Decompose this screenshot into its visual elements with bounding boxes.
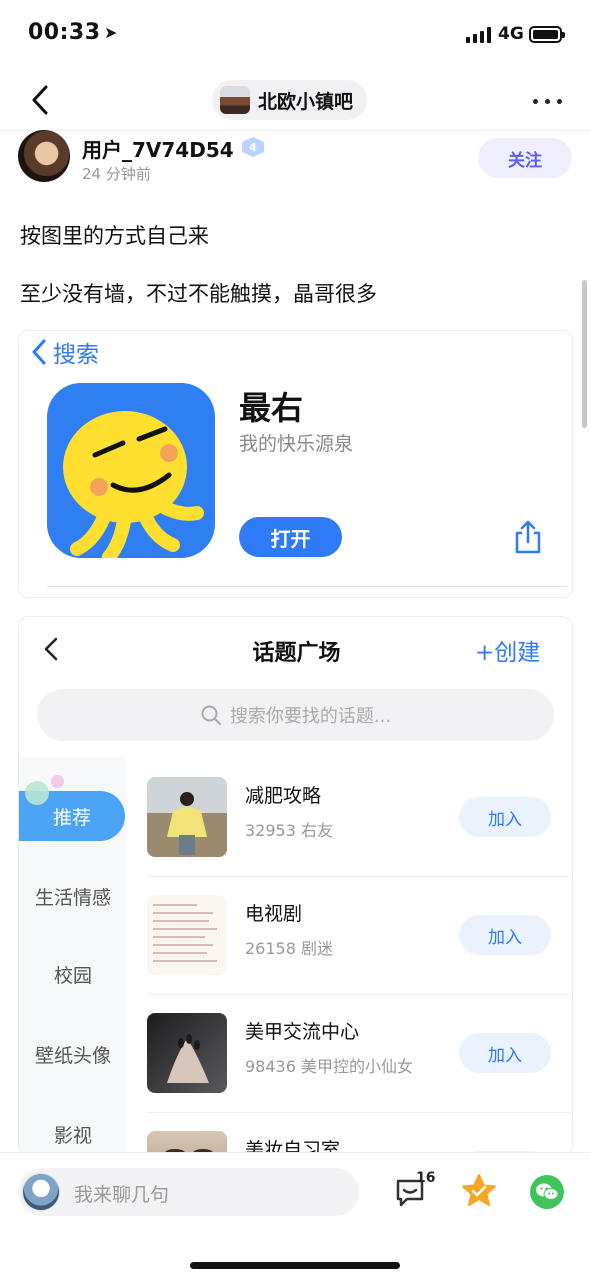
bottom-action-bar: 我来聊几句 16 xyxy=(0,1152,591,1280)
nav-divider xyxy=(0,130,591,131)
comment-placeholder: 我来聊几句 xyxy=(74,1184,170,1206)
app-subtitle: 我的快乐源泉 xyxy=(239,433,354,455)
status-bar: 00:33 ➤ 4G xyxy=(0,0,591,70)
app-store-divider xyxy=(47,586,567,587)
app-store-back-label: 搜索 xyxy=(53,342,99,368)
svg-text:4: 4 xyxy=(249,141,257,154)
topic-thumbnail xyxy=(147,1013,227,1093)
category-item: 校园 xyxy=(53,965,92,987)
network-type: 4G xyxy=(498,24,524,44)
my-avatar xyxy=(22,1173,60,1211)
topic-row: 美妆自习室 加入 xyxy=(147,1113,572,1155)
scroll-indicator[interactable] xyxy=(582,280,587,428)
topic-search-placeholder: 搜索你要找的话题... xyxy=(229,706,392,727)
comment-count: 16 xyxy=(416,1170,436,1186)
app-store-back: 搜索 xyxy=(31,335,99,369)
author-avatar[interactable] xyxy=(18,130,70,182)
join-topic-button: 加入 xyxy=(459,915,551,955)
topic-name: 减肥攻略 xyxy=(245,785,322,807)
decoration-dot xyxy=(51,775,64,788)
topic-members: 26158 剧迷 xyxy=(245,939,333,958)
home-indicator xyxy=(190,1262,400,1269)
app-icon xyxy=(47,383,215,558)
forum-thumbnail xyxy=(220,86,250,114)
location-arrow-icon: ➤ xyxy=(104,23,118,42)
topic-row: 美甲交流中心 98436 美甲控的小仙女 加入 xyxy=(147,995,572,1113)
topic-search-bar: 搜索你要找的话题... xyxy=(37,689,554,741)
decoration-dot xyxy=(25,781,49,805)
topic-row: 电视剧 26158 剧迷 加入 xyxy=(147,877,572,995)
topic-thumbnail xyxy=(147,895,227,975)
post-text-line: 按图里的方式自己来 xyxy=(20,224,209,248)
chevron-left-icon xyxy=(32,339,46,365)
category-item: 生活情感 xyxy=(34,887,111,909)
author-name[interactable]: 用户_7V74D54 xyxy=(82,134,234,163)
level-badge-icon: 4 xyxy=(242,137,264,157)
topic-row: 减肥攻略 32953 右友 加入 xyxy=(147,759,572,877)
octopus-face-icon xyxy=(63,411,204,558)
battery-icon xyxy=(529,26,565,43)
back-icon[interactable] xyxy=(28,84,54,116)
comment-input[interactable]: 我来聊几句 xyxy=(18,1168,359,1216)
open-app-button: 打开 xyxy=(239,517,342,557)
post-time: 24 分钟前 xyxy=(82,165,151,183)
topic-thumbnail xyxy=(147,777,227,857)
topic-name: 美甲交流中心 xyxy=(245,1021,360,1043)
topic-name: 电视剧 xyxy=(245,903,303,925)
forum-chip[interactable]: 北欧小镇吧 xyxy=(212,80,368,120)
more-icon[interactable] xyxy=(533,99,562,104)
favorite-star-icon[interactable] xyxy=(461,1173,497,1209)
category-item: 壁纸头像 xyxy=(34,1045,111,1067)
share-icon xyxy=(515,520,541,554)
app-name: 最右 xyxy=(239,389,304,427)
follow-button[interactable]: 关注 xyxy=(478,138,572,178)
status-time: 00:33 xyxy=(28,20,101,45)
category-item: 影视 xyxy=(53,1125,92,1147)
post-text-line: 至少没有墙，不过不能触摸，晶哥很多 xyxy=(20,282,377,306)
topic-members: 98436 美甲控的小仙女 xyxy=(245,1057,413,1076)
nav-bar: 北欧小镇吧 xyxy=(0,72,591,130)
topic-members: 32953 右友 xyxy=(245,821,333,840)
forum-name: 北欧小镇吧 xyxy=(258,90,354,113)
join-topic-button: 加入 xyxy=(459,1033,551,1073)
join-topic-button: 加入 xyxy=(459,797,551,837)
signal-icon xyxy=(466,27,491,43)
post-image-topic-square[interactable]: 话题广场 +创建 搜索你要找的话题... 推荐 生活情感 校园 壁纸头像 影视 … xyxy=(18,616,573,1156)
search-icon xyxy=(201,705,221,725)
post-image-app-store[interactable]: 搜索 最右 我的快乐源泉 打开 xyxy=(18,330,573,598)
wechat-share-icon[interactable] xyxy=(530,1175,564,1209)
topic-create-label: +创建 xyxy=(475,640,541,666)
